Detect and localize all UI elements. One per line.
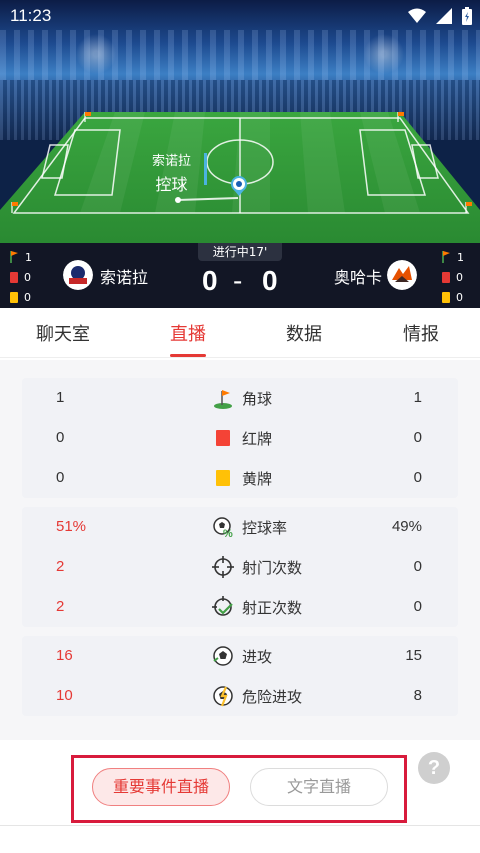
stat-row-corners: 1 角球 1	[22, 378, 458, 418]
text-live-button[interactable]: 文字直播	[250, 768, 388, 806]
target-icon	[212, 556, 234, 578]
home-score: 0	[202, 265, 218, 296]
scoreboard: 1 0 0 索诺拉 进行中17' 0 - 0 奥哈卡 1 0 0	[0, 243, 480, 308]
home-red-cards: 0	[24, 270, 31, 284]
home-value: 2	[56, 558, 65, 575]
home-value: 1	[56, 389, 65, 406]
stat-row-attacks: 16 进攻 15	[22, 636, 458, 676]
attack-ball-icon	[213, 646, 233, 666]
tab-intel[interactable]: 情报	[403, 320, 439, 346]
yellow-card-icon	[442, 291, 450, 303]
stat-label: 射门次数	[242, 559, 303, 577]
status-icons	[408, 7, 472, 25]
stat-label: 控球率	[242, 519, 288, 537]
stat-label: 射正次数	[242, 599, 303, 617]
stats-card-attacks: 16 进攻 15 10 危险进攻 8	[22, 636, 458, 716]
stats-card-cards-corners: 1 角球 1 0 红牌 0 0 黄牌 0	[22, 378, 458, 498]
possession-indicator: 索诺拉 控球	[152, 150, 191, 195]
away-value: 0	[413, 558, 422, 575]
tab-bar: 聊天室 直播 数据 情报	[0, 308, 480, 358]
away-corners: 1	[457, 250, 464, 264]
red-card-icon	[10, 271, 18, 283]
home-mini-stats: 1 0 0	[10, 247, 40, 307]
yellow-card-icon	[10, 291, 18, 303]
tab-data[interactable]: 数据	[286, 320, 322, 346]
target-check-icon	[212, 596, 233, 616]
svg-text:%: %	[223, 528, 233, 538]
home-value: 0	[56, 469, 65, 486]
status-bar: 11:23	[0, 0, 480, 32]
home-yellow-cards: 0	[24, 290, 31, 304]
home-team-name[interactable]: 索诺拉	[100, 264, 148, 288]
away-yellow-cards: 0	[456, 290, 463, 304]
away-value: 0	[413, 469, 422, 486]
wifi-icon	[408, 8, 426, 23]
home-value: 51%	[56, 518, 87, 535]
away-value: 8	[413, 687, 422, 704]
possession-status: 控球	[155, 175, 188, 194]
away-red-cards: 0	[456, 270, 463, 284]
home-corners: 1	[25, 250, 32, 264]
stat-row-red-cards: 0 红牌 0	[22, 418, 458, 458]
away-value: 0	[413, 598, 422, 615]
away-value: 49%	[391, 518, 422, 535]
signal-icon	[436, 8, 452, 24]
away-value: 0	[413, 429, 422, 446]
possession-icon: %	[213, 517, 233, 538]
red-card-icon	[216, 430, 230, 446]
pitch-graphic	[0, 112, 480, 243]
away-value: 1	[413, 389, 422, 406]
tab-live[interactable]: 直播	[170, 320, 206, 346]
stat-label: 红牌	[242, 430, 273, 448]
battery-icon	[462, 7, 472, 25]
home-value: 0	[56, 429, 65, 446]
home-value: 16	[56, 647, 73, 664]
stat-label: 黄牌	[242, 470, 273, 488]
away-value: 15	[405, 647, 422, 664]
help-icon[interactable]: ?	[418, 752, 450, 784]
stat-row-dangerous-attacks: 10 危险进攻 8	[22, 676, 458, 716]
away-team-logo	[387, 260, 417, 290]
away-score: 0	[262, 265, 278, 296]
stat-row-shots: 2 射门次数 0	[22, 547, 458, 587]
yellow-card-icon	[216, 470, 230, 486]
danger-attack-icon	[213, 686, 233, 707]
divider	[0, 825, 480, 826]
stat-label: 进攻	[242, 648, 273, 666]
red-card-icon	[442, 271, 450, 283]
away-mini-stats: 1 0 0	[442, 247, 472, 307]
possession-bar	[204, 153, 207, 185]
stat-row-shots-on-target: 2 射正次数 0	[22, 587, 458, 627]
home-value: 2	[56, 598, 65, 615]
key-events-live-button[interactable]: 重要事件直播	[92, 768, 230, 806]
corner-flag-icon	[10, 251, 18, 263]
away-team-name[interactable]: 奥哈卡	[334, 264, 382, 288]
bottom-bar	[0, 740, 480, 853]
stat-row-possession: 51% % 控球率 49%	[22, 507, 458, 547]
active-tab-indicator	[170, 354, 206, 357]
corner-flag-icon	[442, 251, 450, 263]
score-separator: -	[233, 265, 243, 296]
stat-label: 危险进攻	[242, 688, 303, 706]
corner-flag-icon	[214, 390, 232, 409]
home-value: 10	[56, 687, 73, 704]
stats-card-shooting: 51% % 控球率 49% 2 射门次数 0 2 射正次数 0	[22, 507, 458, 627]
tab-chatroom[interactable]: 聊天室	[36, 320, 90, 346]
home-team-logo	[63, 260, 93, 290]
match-status: 进行中17'	[198, 243, 282, 261]
stat-row-yellow-cards: 0 黄牌 0	[22, 458, 458, 498]
possession-team: 索诺拉	[152, 154, 192, 169]
status-time: 11:23	[10, 6, 52, 25]
stat-label: 角球	[242, 390, 273, 408]
